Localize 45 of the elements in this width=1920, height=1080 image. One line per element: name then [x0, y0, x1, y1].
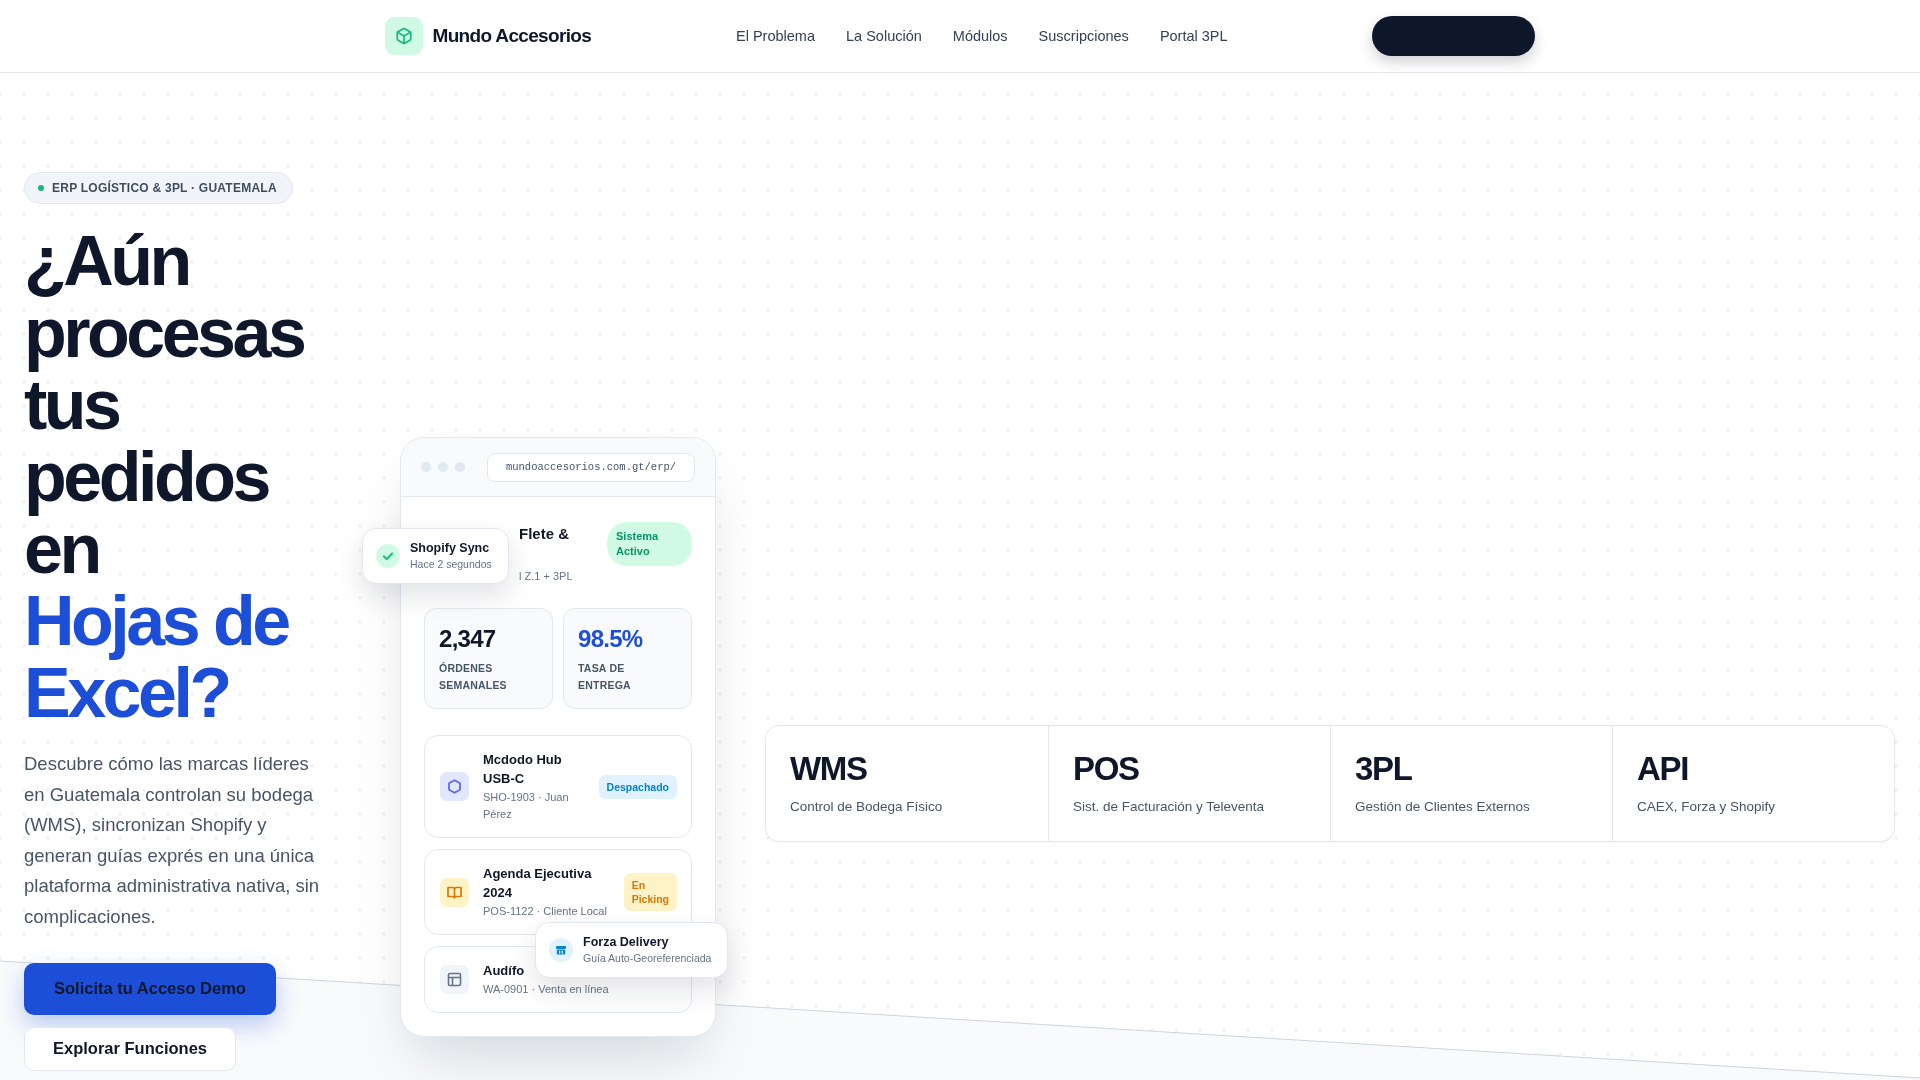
nav-link[interactable]: Suscripciones — [1038, 28, 1129, 44]
nav-link[interactable]: Portal 3PL — [1159, 28, 1228, 44]
notification-title: Shopify Sync — [410, 540, 491, 557]
order-title: Agenda Ejecutiva 2024 — [483, 865, 593, 902]
nav-link[interactable]: Módulos — [952, 28, 1008, 44]
url-field: mundoaccesorios.com.gt/erp/ — [487, 452, 695, 482]
order-title: Audífo — [483, 962, 525, 980]
module-description: Sist. de Facturación y Televenta — [1073, 798, 1265, 815]
category-label: ERP LOGÍSTICO & 3PL · GUATEMALA — [52, 181, 277, 195]
order-status-badge: Despachado — [598, 774, 677, 799]
notification-subtitle: Hace 2 segundos — [410, 557, 492, 572]
hero-heading: ¿Aún procesas tus pedidos en Hojas de Excel? — [24, 225, 305, 729]
module-title: WMS — [790, 752, 867, 786]
status-badge: Sistema Activo — [607, 522, 692, 566]
order-detail: POS-1122 · Cliente Local — [483, 904, 607, 919]
nav-link[interactable]: La Solución — [846, 28, 922, 44]
hero-description: Descubre cómo las marcas líderes en Guatemala controlan su bodega (WMS), sincronizan Shopify y generan guías exprés en una única plataforma administrativa nativa, sin complicaciones. — [24, 752, 321, 929]
store-icon — [549, 938, 573, 962]
layout-icon — [440, 965, 469, 994]
module-title: API — [1637, 752, 1689, 786]
stat-label: ÓRDENES SEMANALES — [439, 661, 508, 693]
module-description: CAEX, Forza y Shopify — [1637, 798, 1776, 815]
order-detail: SHO-1903 · Juan Pérez — [483, 790, 570, 822]
module-title: 3PL — [1355, 752, 1412, 786]
brand-name: Mundo Accesorios — [432, 25, 592, 47]
module-title: POS — [1073, 752, 1139, 786]
stat-value: 98.5% — [578, 624, 644, 654]
order-status-badge: En Picking — [623, 873, 677, 911]
dashboard-title: Flete & — [519, 524, 570, 544]
module-description: Control de Bodega Físico — [790, 798, 943, 815]
order-title: Mcdodo Hub USB-C — [483, 751, 563, 788]
notification-title: Forza Delivery — [583, 934, 670, 951]
module-description: Gestión de Clientes Externos — [1355, 798, 1530, 815]
cube-icon — [384, 17, 423, 55]
cta-button[interactable] — [1372, 16, 1536, 56]
book-icon — [440, 877, 469, 907]
secondary-button[interactable]: Explorar Funciones — [24, 1026, 237, 1071]
notification-subtitle: Guía Auto-Georeferenciada — [583, 951, 712, 966]
stat-label: TASA DE ENTREGA — [578, 661, 632, 693]
dashboard-subtitle: l Z.1 + 3PL — [519, 570, 573, 582]
check-icon — [376, 544, 400, 568]
nav-link[interactable]: El Problema — [736, 28, 815, 44]
order-detail: WA-0901 · Venta en línea — [483, 982, 609, 997]
status-dot-icon — [38, 185, 44, 191]
stat-value: 2,347 — [439, 624, 497, 654]
